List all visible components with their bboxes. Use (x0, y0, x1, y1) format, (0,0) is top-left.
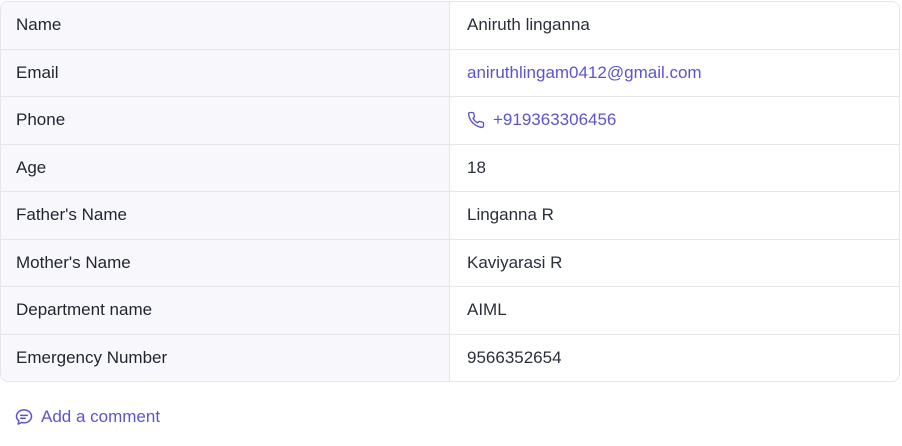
phone-link[interactable]: +919363306456 (493, 110, 616, 130)
row-label: Name (1, 2, 450, 49)
row-value: 9566352654 (467, 348, 562, 368)
details-table: Name Aniruth linganna Email aniruthlinga… (0, 1, 900, 382)
email-link[interactable]: aniruthlingam0412@gmail.com (467, 63, 702, 83)
row-value: Aniruth linganna (467, 15, 590, 35)
row-label: Father's Name (1, 192, 450, 239)
row-label: Emergency Number (1, 334, 450, 381)
add-comment-label: Add a comment (41, 407, 161, 426)
row-label: Age (1, 144, 450, 191)
table-row: Department name AIML (1, 287, 899, 335)
table-row: Email aniruthlingam0412@gmail.com (1, 49, 899, 97)
table-row: Father's Name Linganna R (1, 192, 899, 240)
row-value: AIML (467, 300, 507, 320)
table-row: Mother's Name Kaviyarasi R (1, 239, 899, 287)
row-value: Linganna R (467, 205, 554, 225)
row-value: Kaviyarasi R (467, 252, 563, 272)
add-comment-button[interactable]: Add a comment (14, 407, 160, 427)
table-row: Emergency Number 9566352654 (1, 334, 899, 381)
table-row: Name Aniruth linganna (1, 2, 899, 50)
table-row: Age 18 (1, 144, 899, 192)
row-label: Mother's Name (1, 239, 450, 286)
row-label: Department name (1, 287, 450, 334)
comment-icon (14, 407, 34, 427)
table-row: Phone +919363306456 (1, 97, 899, 145)
row-value: 18 (467, 157, 486, 177)
row-label: Phone (1, 97, 450, 144)
row-label: Email (1, 49, 450, 96)
phone-icon[interactable] (467, 111, 485, 129)
